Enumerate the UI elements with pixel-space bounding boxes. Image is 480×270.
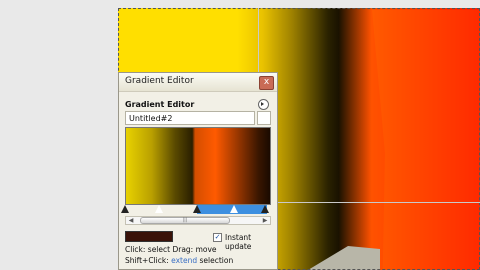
- gradient-preview[interactable]: [125, 127, 271, 205]
- stop-handle[interactable]: [193, 205, 201, 213]
- scroll-left-icon[interactable]: ◀: [127, 217, 135, 224]
- hint-line: Shift+Click: extend selection: [125, 256, 234, 265]
- dialog-titlebar[interactable]: Gradient Editor x: [119, 73, 277, 92]
- instant-update-label: Instant update: [225, 233, 252, 251]
- guide-horizontal: [258, 202, 480, 203]
- midpoint-handle[interactable]: [155, 205, 163, 213]
- name-field-side: [257, 111, 271, 125]
- midpoint-handle[interactable]: [230, 205, 238, 213]
- scroll-right-icon[interactable]: ▶: [261, 217, 269, 224]
- dock-header-label: Gradient Editor: [125, 100, 195, 109]
- current-color-swatch[interactable]: [125, 231, 173, 242]
- stop-handle[interactable]: [261, 205, 269, 213]
- gradient-scrollbar[interactable]: ◀ ||| ▶: [125, 216, 271, 225]
- close-icon[interactable]: x: [259, 76, 274, 90]
- scroll-thumb[interactable]: |||: [140, 217, 230, 224]
- gradient-stops-bar[interactable]: [121, 205, 271, 214]
- gradient-editor-dialog: Gradient Editor x Gradient Editor ◀ ||| …: [118, 72, 278, 270]
- dialog-title: Gradient Editor: [125, 76, 194, 86]
- gradient-name-field[interactable]: [125, 111, 255, 125]
- stop-handle[interactable]: [121, 205, 129, 213]
- instant-update-checkbox[interactable]: ✓: [213, 233, 222, 242]
- hint-line: Click: select Drag: move: [125, 245, 217, 254]
- tab-menu-icon[interactable]: [258, 99, 269, 110]
